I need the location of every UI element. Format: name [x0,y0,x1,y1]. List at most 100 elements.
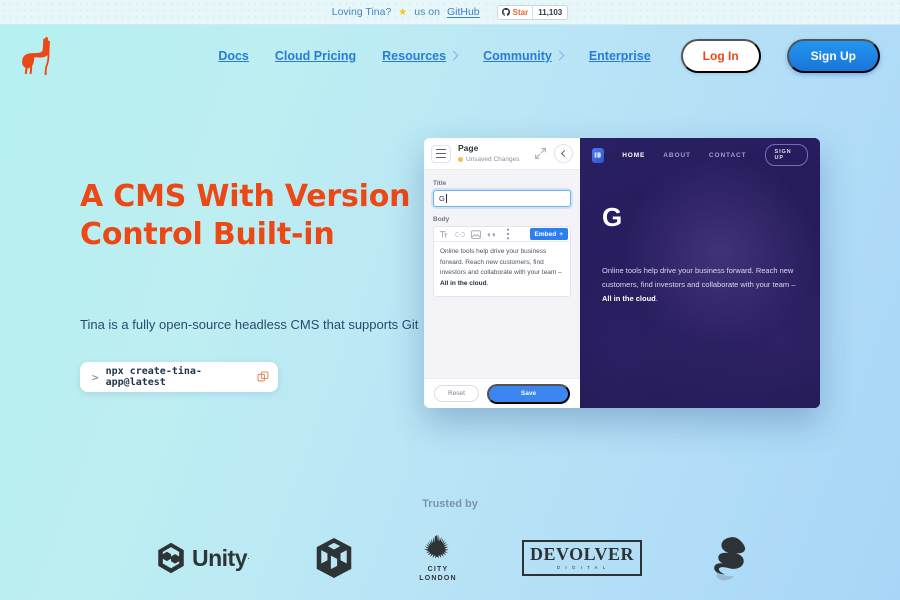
preview-nav-about[interactable]: ABOUT [663,152,691,159]
hero-subtitle: Tina is a fully open-source headless CMS… [80,316,419,332]
trusted-by-section: Trusted by Unity · CITY LONDON DEVOLVER … [0,498,900,582]
product-screenshot: Page Unsaved Changes Title G Body Embed … [424,138,820,408]
rich-text-bold: All in the cloud [440,279,487,287]
trusted-by-logos: Unity · CITY LONDON DEVOLVER D I G I T A… [0,534,900,582]
cms-editor-panel: Page Unsaved Changes Title G Body Embed … [424,138,580,408]
terminal-prompt-icon: > [92,370,99,384]
install-command-text: npx create-tina-app@latest [105,366,202,389]
preview-site-logo[interactable] [592,147,605,163]
github-link[interactable]: GitHub [447,6,480,18]
text-format-icon[interactable] [436,228,451,240]
unsaved-dot-icon [458,156,463,162]
reset-button[interactable]: Reset [434,385,479,402]
link-icon-glyph [454,231,465,237]
text-format-icon-glyph [439,230,448,238]
title-input-value: G [439,194,445,203]
main-nav: Docs Cloud Pricing Resources Community E… [218,39,880,73]
hamburger-icon[interactable] [431,144,451,163]
nav-item-enterprise-label: Enterprise [588,49,651,63]
text-caret [445,194,447,203]
editor-document-title: Page [458,142,479,153]
nav-item-cloud-pricing-label: Cloud Pricing [274,49,357,63]
nav-item-community-label: Community [483,49,552,63]
site-preview-panel: HOME ABOUT CONTACT SIGN UP G Online tool… [580,138,820,408]
nav-item-enterprise[interactable]: Enterprise [589,49,651,63]
editor-status: Unsaved Changes [458,156,527,163]
editor-header: Page Unsaved Changes [424,138,580,170]
unity-logo-text: Unity [191,544,248,571]
city-of-london-line-2: LONDON [419,575,457,582]
github-star-button[interactable]: Star 11,103 [496,4,569,20]
more-options-icon-glyph [506,228,509,240]
devolver-digital-subtext: D I G I T A L [556,565,608,570]
trusted-by-label: Trusted by [422,498,478,510]
hero-section: A CMS With Version Control Built-in Tina… [80,178,420,393]
more-options-icon[interactable] [500,228,515,240]
link-icon[interactable] [452,228,467,240]
chevron-left-icon[interactable] [554,144,573,163]
image-icon[interactable] [468,228,483,240]
nav-item-community[interactable]: Community [483,49,565,63]
save-button[interactable]: Save [486,383,570,404]
copy-icon[interactable] [252,366,274,388]
install-command-box[interactable]: > npx create-tina-app@latest [80,362,278,393]
quote-icon[interactable] [484,228,499,240]
quote-icon-glyph [487,232,495,237]
nav-item-cloud-pricing[interactable]: Cloud Pricing [275,49,356,63]
devolver-logo-text: DEVOLVER [529,544,634,564]
title-input[interactable]: G [433,190,571,207]
preview-paragraph-bold: All in the cloud [602,293,656,303]
chevron-down-icon [448,50,459,60]
headline-line-2: Control Built-in [80,217,335,253]
editor-form: Title G Body Embed + Online tools help d… [424,170,580,378]
plus-icon: + [559,230,563,238]
embed-button-label: Embed [534,230,557,238]
github-star-label: Star [512,7,529,17]
preview-nav-contact[interactable]: CONTACT [709,152,747,159]
editor-footer: Reset Save [424,378,580,408]
embed-button[interactable]: Embed + [529,228,568,240]
editor-title-group: Page Unsaved Changes [458,142,527,163]
unity-logo: Unity · [154,541,250,575]
preview-nav-home[interactable]: HOME [622,152,645,159]
star-icon: ★ [398,6,408,18]
announcement-mid-text: us on [414,6,440,18]
copy-icon-glyph [256,371,268,382]
unity-registered-icon: · [246,553,250,563]
tina-llama-logo[interactable] [20,36,58,76]
preview-nav: HOME ABOUT CONTACT SIGN UP [580,138,820,172]
preview-paragraph: Online tools help drive your business fo… [602,264,802,306]
nav-item-resources-label: Resources [382,49,447,63]
s-mark-logo-icon [714,537,746,581]
announcement-text: Loving Tina? [331,6,392,18]
nav-item-resources[interactable]: Resources [382,49,459,63]
github-icon [501,8,510,16]
expand-icon[interactable] [534,147,547,160]
city-of-london-crest-icon [423,534,449,559]
tina-llama-logo-icon [22,36,50,75]
cube-logo-mark [316,538,352,578]
login-button[interactable]: Log In [680,39,761,73]
github-star-segment[interactable]: Star [498,6,533,19]
announcement-bar: Loving Tina? ★ us on GitHub Star 11,103 [0,0,900,25]
editor-status-label: Unsaved Changes [466,155,520,163]
chevron-down-icon [554,50,565,60]
body-field-label: Body [433,216,450,223]
rich-text-part-1: Online tools help drive your business fo… [440,248,562,277]
city-of-london-logo: CITY LONDON [418,534,458,582]
site-header: Docs Cloud Pricing Resources Community E… [0,25,900,87]
image-icon-glyph [470,229,481,239]
city-of-london-line-1: CITY [427,566,449,573]
rich-text-toolbar: Embed + [434,227,570,242]
headline-line-1: A CMS With Version [80,179,411,214]
preview-heading: G [602,202,623,232]
rich-text-editor: Embed + Online tools help drive your bus… [433,226,571,298]
preview-signup-button[interactable]: SIGN UP [764,144,808,166]
preview-paragraph-part-2: . [655,293,658,303]
unity-logo-mark [158,542,184,574]
nav-item-docs[interactable]: Docs [218,49,249,63]
rich-text-content[interactable]: Online tools help drive your business fo… [434,242,570,296]
signup-button[interactable]: Sign Up [786,39,880,73]
preview-paragraph-part-1: Online tools help drive your business fo… [602,266,796,289]
cube-logo [314,537,354,579]
